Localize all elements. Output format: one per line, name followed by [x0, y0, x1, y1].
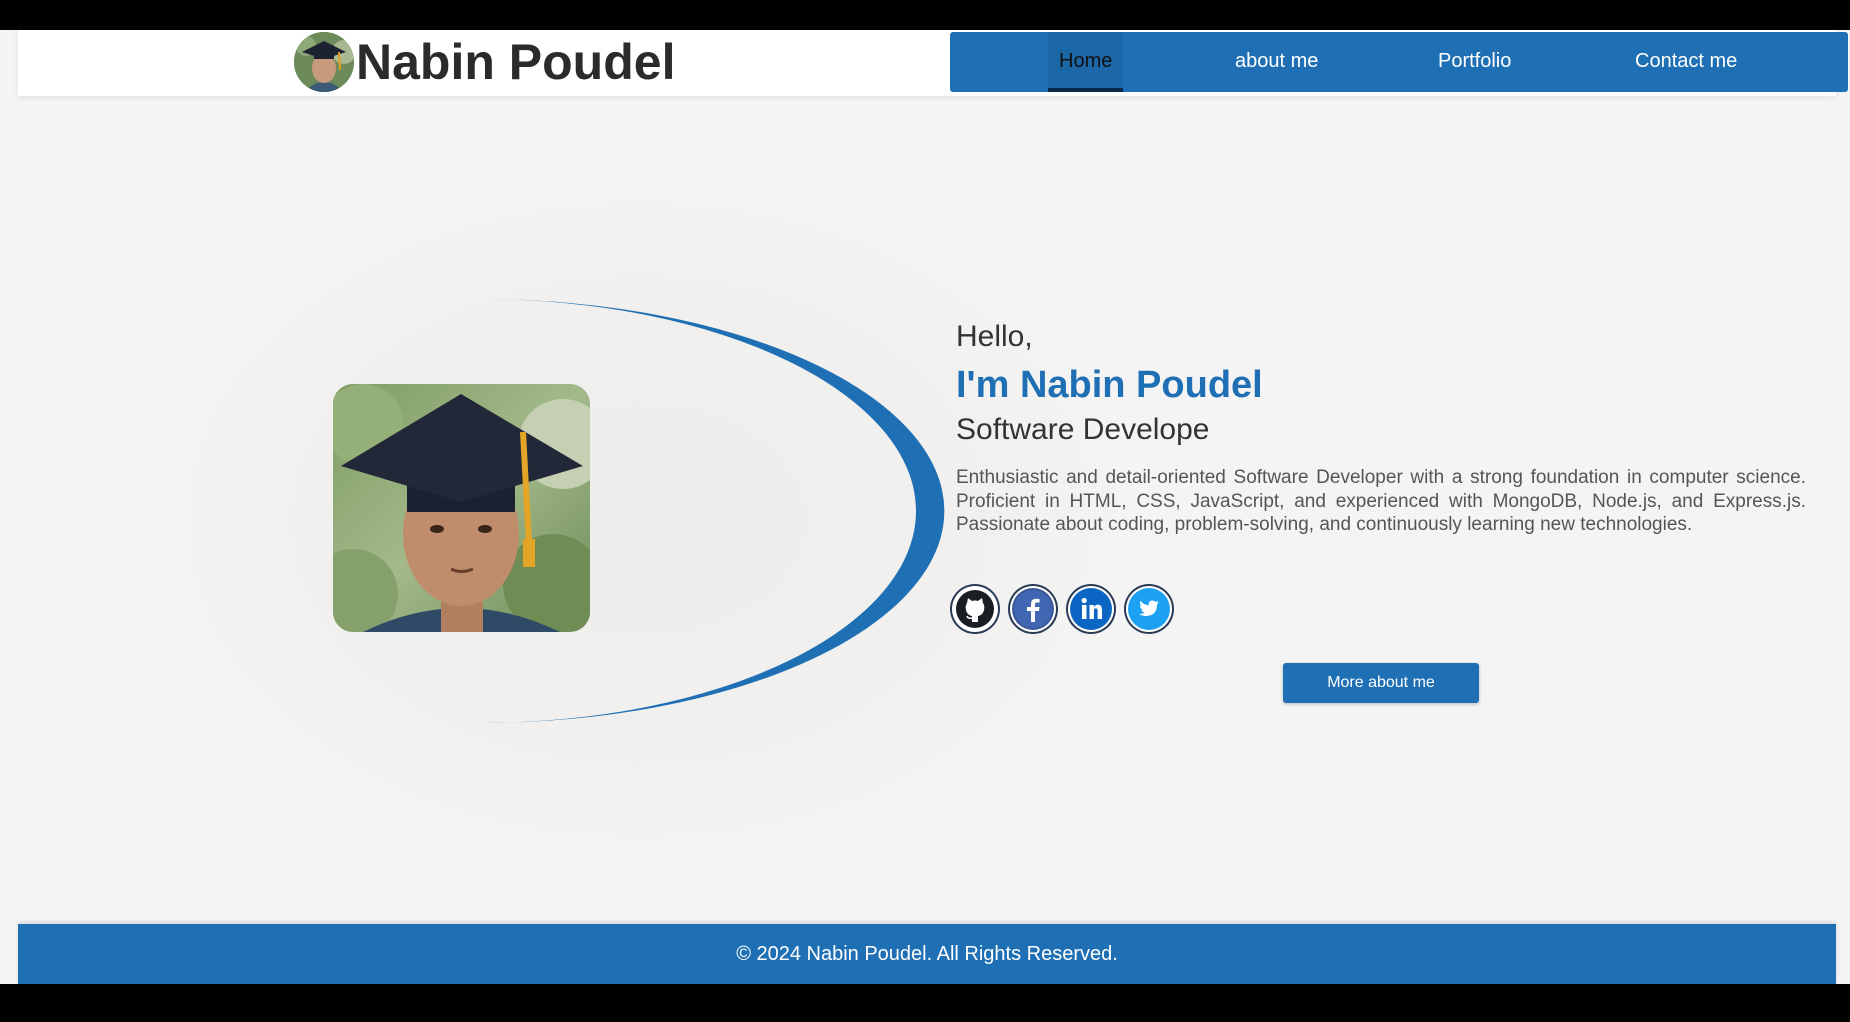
- graduation-portrait-icon: [333, 384, 590, 632]
- browser-viewport: Nabin Poudel Home about me Portfolio Con…: [0, 30, 1850, 984]
- hero-name: I'm Nabin Poudel: [956, 364, 1263, 406]
- facebook-link[interactable]: [1012, 588, 1054, 630]
- github-link[interactable]: [954, 588, 996, 630]
- greeting: Hello,: [956, 320, 1033, 353]
- footer-copyright: © 2024 Nabin Poudel. All Rights Reserved…: [736, 943, 1118, 965]
- site-footer: © 2024 Nabin Poudel. All Rights Reserved…: [18, 924, 1836, 984]
- linkedin-link[interactable]: [1070, 588, 1112, 630]
- profile-photo: [333, 384, 590, 632]
- github-icon: [956, 590, 994, 628]
- linkedin-icon: [1072, 590, 1110, 628]
- hero-role: Software Develope: [956, 413, 1210, 446]
- facebook-icon: [1014, 590, 1052, 628]
- hero-bio: Enthusiastic and detail-oriented Softwar…: [956, 467, 1806, 535]
- twitter-icon: [1130, 590, 1168, 628]
- more-about-me-button[interactable]: More about me: [1283, 663, 1479, 703]
- twitter-link[interactable]: [1128, 588, 1170, 630]
- social-links: [954, 588, 1170, 630]
